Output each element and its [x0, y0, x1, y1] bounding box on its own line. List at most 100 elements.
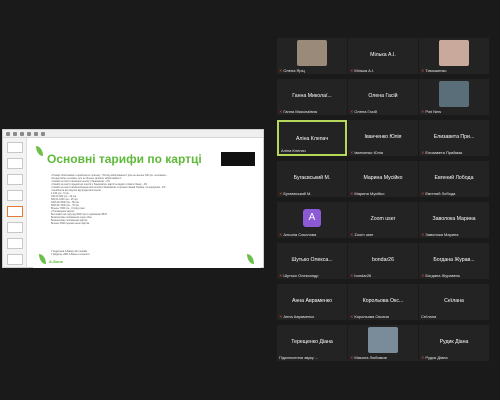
participant-name: Ганна Миколаї...	[292, 93, 332, 99]
participant-tile[interactable]: Заволока Марина ✕ Заволока Марина	[419, 202, 489, 238]
participant-video	[297, 40, 327, 66]
participant-label: ✕ Шутько Олександр	[279, 273, 345, 278]
mic-muted-icon: ✕	[421, 191, 425, 196]
participant-tile[interactable]: Корольова Окс... ✕ Корольова Оксана	[348, 284, 418, 320]
participant-tile[interactable]: Аліна Клепач Аліна Клепач	[277, 120, 347, 156]
participant-label-text: Микола Любимов	[354, 355, 387, 360]
participant-label: ✕ Евгений Лобода	[421, 191, 487, 196]
participant-label-text: Евгений Лобода	[425, 191, 456, 196]
participant-label-text: Богдана Журавель	[425, 273, 461, 278]
participant-tile[interactable]: Марина Мусійко ✕ Марина Мусійко	[348, 161, 418, 197]
mic-muted-icon: ✕	[350, 191, 354, 196]
participant-name: Елизавета При...	[433, 134, 475, 140]
participant-tile[interactable]: Ганна Миколаї... ✕ Ганна Миколаївна	[277, 79, 347, 115]
participant-name: Марина Мусійко	[363, 175, 403, 181]
slide-thumbnail[interactable]	[7, 174, 23, 185]
participant-label: ✕ Іванченко Юлія	[350, 150, 416, 155]
participant-label: ✕ Заволока Марина	[421, 232, 487, 237]
slide-thumbnail[interactable]	[7, 254, 23, 265]
mic-muted-icon: ✕	[350, 150, 354, 155]
participant-label: ✕ Корольова Оксана	[350, 314, 416, 319]
toolbar-button[interactable]	[20, 131, 24, 136]
participant-name: Корольова Окс...	[362, 298, 404, 304]
toolbar-button[interactable]	[41, 131, 45, 136]
participant-tile[interactable]: Евгений Лобода ✕ Евгений Лобода	[419, 161, 489, 197]
participant-tile[interactable]: Рудик Діана ✕ Рудик Діана	[419, 325, 489, 361]
participant-tile[interactable]: Zoom user ✕ Zoom user	[348, 202, 418, 238]
participant-tile[interactable]: Сеїлана Сеїлана	[419, 284, 489, 320]
participant-label-text: Ганна Миколаївна	[283, 109, 318, 114]
participant-name: Сеїлана	[444, 298, 464, 304]
participant-label: ✕ Мілька А.І.	[350, 68, 416, 73]
share-toolbar	[3, 130, 263, 138]
participant-video	[439, 40, 469, 66]
toolbar-button[interactable]	[27, 131, 31, 136]
participant-name: Терещенко Діана	[291, 339, 333, 345]
participant-tile[interactable]: bondar26 ✕ bondar26	[348, 243, 418, 279]
slide-thumbnail[interactable]	[7, 222, 23, 233]
slide-thumbnail-current[interactable]	[7, 206, 23, 217]
mic-muted-icon: ✕	[421, 232, 425, 237]
slide-thumbnail[interactable]	[7, 190, 23, 201]
mic-muted-icon: ✕	[350, 232, 354, 237]
participant-tile[interactable]: Мілька А.І. ✕ Мілька А.І.	[348, 38, 418, 74]
participant-tile[interactable]: Анна Авраменко ✕ Анна Авраменко	[277, 284, 347, 320]
presentation-slide: Основні тарифи по картці • Розмір обов'я…	[33, 142, 261, 268]
participant-label: ✕ Анна Авраменко	[279, 314, 345, 319]
participant-label: ✕ Тимошенко	[421, 68, 487, 73]
slide-thumbnail[interactable]	[7, 238, 23, 249]
slide-body-line: Більше 3000 переказ на всі картки	[51, 222, 90, 225]
participant-tile[interactable]: A ✕ Альона Соколова	[277, 202, 347, 238]
slide-footer: У відділенні А-Банку або онлайн У Додатку…	[51, 250, 89, 256]
participant-tile[interactable]: Олена Гасій ✕ Олена Гасій	[348, 79, 418, 115]
participant-label-text: Аліна Клепач	[281, 148, 306, 153]
slide-thumbnail[interactable]	[7, 142, 23, 153]
participant-label: ✕ bondar26	[350, 273, 416, 278]
participant-tile[interactable]: Терещенко Діана Підключення звуку ...	[277, 325, 347, 361]
mic-muted-icon: ✕	[279, 68, 283, 73]
participant-label-text: Мілька А.І.	[354, 68, 375, 73]
shared-screen[interactable]: Основні тарифи по картці • Розмір обов'я…	[2, 129, 264, 268]
slide-title: Основні тарифи по картці	[47, 152, 202, 166]
participant-tile[interactable]: Бугаєвський М. ✕ Бугаєвський М.	[277, 161, 347, 197]
participant-name: Мілька А.І.	[370, 52, 396, 58]
participant-label: ✕ Альона Соколова	[279, 232, 345, 237]
participant-name: Олена Гасій	[368, 93, 398, 99]
participant-name: Аліна Клепач	[295, 136, 329, 142]
participant-tile[interactable]: ✕ Тимошенко	[419, 38, 489, 74]
participant-tile[interactable]: ✕ Pwt New	[419, 79, 489, 115]
mic-muted-icon: ✕	[421, 355, 425, 360]
mic-muted-icon: ✕	[279, 273, 283, 278]
toolbar-button[interactable]	[13, 131, 17, 136]
participant-tile[interactable]: Богдана Журав... ✕ Богдана Журавель	[419, 243, 489, 279]
slide-thumbnail[interactable]	[7, 158, 23, 169]
participant-tile[interactable]: Елизавета При... ✕ Елизавета Приймак	[419, 120, 489, 156]
participant-label: ✕ Марина Мусійко	[350, 191, 416, 196]
participant-label: ✕ Pwt New	[421, 109, 487, 114]
participant-label-text: Pwt New	[425, 109, 442, 114]
participant-tile[interactable]: Шутько Олекса... ✕ Шутько Олександр	[277, 243, 347, 279]
participant-video	[439, 81, 469, 107]
mic-muted-icon: ✕	[279, 314, 283, 319]
mic-muted-icon: ✕	[350, 355, 354, 360]
participant-label: Аліна Клепач	[281, 148, 343, 153]
participant-name: Zoom user	[370, 216, 396, 222]
participant-label: ✕ Бугаєвський М.	[279, 191, 345, 196]
participant-tile[interactable]: ✕ Олена Яріц	[277, 38, 347, 74]
participant-label-text: Анна Авраменко	[283, 314, 315, 319]
participant-label-text: Рудик Діана	[425, 355, 448, 360]
participant-name: Іванченко Юлія	[364, 134, 402, 140]
participant-label-text: Елизавета Приймак	[425, 150, 463, 155]
participant-label: ✕ Елизавета Приймак	[421, 150, 487, 155]
toolbar-button[interactable]	[34, 131, 38, 136]
participant-label-text: bondar26	[354, 273, 372, 278]
participant-tile[interactable]: ✕ Микола Любимов	[348, 325, 418, 361]
participant-label-text: Тимошенко	[425, 68, 447, 73]
toolbar-button[interactable]	[6, 131, 10, 136]
participant-tile[interactable]: Іванченко Юлія ✕ Іванченко Юлія	[348, 120, 418, 156]
participant-label: ✕ Богдана Журавель	[421, 273, 487, 278]
slide-body: • Розмір обов'язкового щомісячного плате…	[51, 174, 231, 225]
bank-logo: А-Банк	[49, 259, 63, 264]
participant-name: Заволока Марина	[432, 216, 476, 222]
participant-name: Бугаєвський М.	[293, 175, 331, 181]
